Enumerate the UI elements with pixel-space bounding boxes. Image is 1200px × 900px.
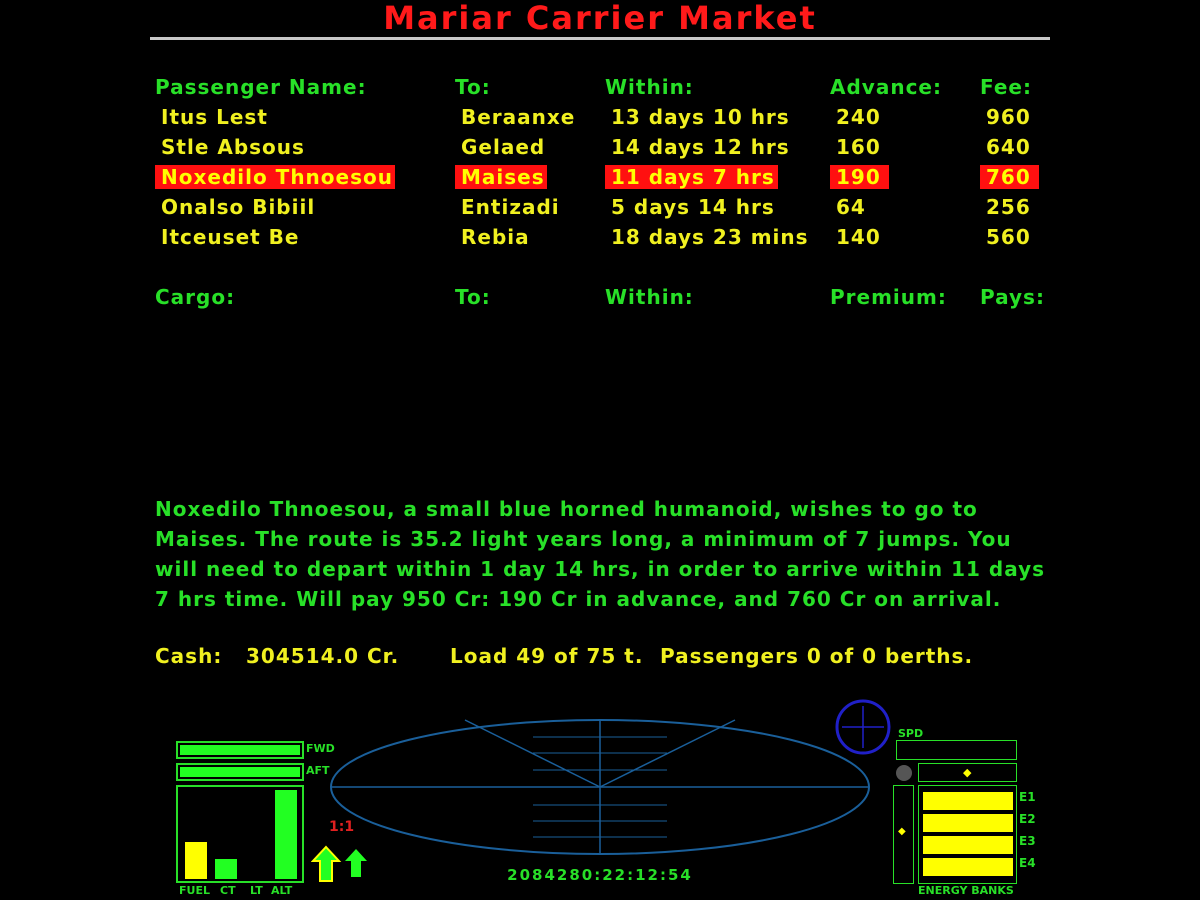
passenger-within[interactable]: 11 days 7 hrs — [605, 165, 778, 189]
passenger-name[interactable]: Itus Lest — [155, 105, 274, 129]
passenger-within[interactable]: 13 days 10 hrs — [605, 105, 796, 129]
passenger-advance[interactable]: 160 — [830, 135, 887, 159]
passenger-destination[interactable]: Maises — [455, 165, 547, 189]
title-divider — [150, 37, 1050, 40]
energy-bank-4 — [923, 858, 1013, 876]
ct-label: CT — [220, 884, 236, 897]
missile-indicator-icon — [896, 765, 912, 781]
passenger-destination[interactable]: Gelaed — [455, 135, 551, 159]
fuel-label: FUEL — [179, 884, 210, 897]
heading-marker-icon: ◆ — [963, 766, 972, 779]
page-title: Mariar Carrier Market — [383, 0, 817, 37]
speed-label: SPD — [898, 727, 924, 740]
passenger-name[interactable]: Noxedilo Thnoesou — [155, 165, 395, 189]
passenger-fee[interactable]: 960 — [980, 105, 1037, 129]
lt-label: LT — [250, 884, 263, 897]
fwd-shield-gauge — [176, 741, 304, 759]
passenger-destination[interactable]: Rebia — [455, 225, 536, 249]
passenger-advance[interactable]: 190 — [830, 165, 889, 189]
cash-value: 304514.0 Cr. — [246, 644, 400, 668]
passenger-name[interactable]: Onalso Bibiil — [155, 195, 321, 219]
passenger-berths-status: Passengers 0 of 0 berths. — [660, 644, 974, 668]
header-advance: Advance: — [830, 75, 942, 99]
passenger-name[interactable]: Itceuset Be — [155, 225, 305, 249]
energy-bank-3 — [923, 836, 1013, 854]
passenger-description: Noxedilo Thnoesou, a small blue horned h… — [155, 497, 1046, 611]
pitch-indicator: ◆ — [893, 785, 914, 884]
energy-banks-label: ENERGY BANKS — [918, 884, 1014, 897]
aft-shield-gauge — [176, 763, 304, 781]
passenger-fee[interactable]: 760 — [980, 165, 1039, 189]
energy-bank-2 — [923, 814, 1013, 832]
scanner — [330, 719, 870, 855]
passenger-destination[interactable]: Beraanxe — [455, 105, 581, 129]
passenger-advance[interactable]: 240 — [830, 105, 887, 129]
header-fee: Fee: — [980, 75, 1032, 99]
compass-icon — [835, 699, 891, 755]
passenger-advance[interactable]: 140 — [830, 225, 887, 249]
header-cargo-within: Within: — [605, 285, 694, 309]
passenger-advance[interactable]: 64 — [830, 195, 872, 219]
load-status: Load 49 of 75 t. — [450, 644, 644, 668]
header-cargo: Cargo: — [155, 285, 236, 309]
passenger-fee[interactable]: 560 — [980, 225, 1037, 249]
passenger-within[interactable]: 5 days 14 hrs — [605, 195, 781, 219]
alt-label: ALT — [271, 884, 293, 897]
bank-label-e3: E3 — [1019, 834, 1036, 848]
header-to: To: — [455, 75, 491, 99]
passenger-within[interactable]: 14 days 12 hrs — [605, 135, 796, 159]
passenger-destination[interactable]: Entizadi — [455, 195, 566, 219]
speed-gauge — [896, 740, 1017, 760]
header-passenger-name: Passenger Name: — [155, 75, 367, 99]
passenger-fee[interactable]: 256 — [980, 195, 1037, 219]
passenger-fee[interactable]: 640 — [980, 135, 1037, 159]
bank-label-e4: E4 — [1019, 856, 1036, 870]
cash-label: Cash: — [155, 644, 223, 668]
bank-label-e1: E1 — [1019, 790, 1036, 804]
energy-banks-panel — [918, 785, 1017, 884]
header-cargo-to: To: — [455, 285, 491, 309]
energy-bank-1 — [923, 792, 1013, 810]
heading-indicator: ◆ — [918, 763, 1017, 782]
header-pays: Pays: — [980, 285, 1045, 309]
header-within: Within: — [605, 75, 694, 99]
pitch-marker-icon: ◆ — [898, 826, 906, 837]
passenger-name[interactable]: Stle Absous — [155, 135, 311, 159]
bank-label-e2: E2 — [1019, 812, 1036, 826]
passenger-within[interactable]: 18 days 23 mins — [605, 225, 815, 249]
header-premium: Premium: — [830, 285, 947, 309]
